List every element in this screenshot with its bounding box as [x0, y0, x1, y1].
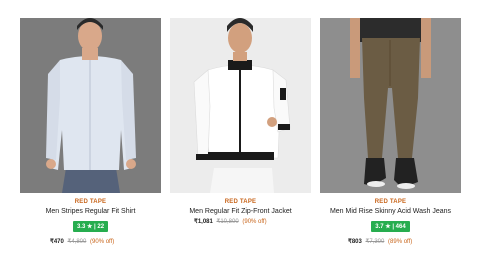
price-row: ₹803 ₹7,300 (89% off): [320, 238, 461, 245]
product-title[interactable]: Men Stripes Regular Fit Shirt: [20, 208, 161, 215]
current-price: ₹1,081: [194, 219, 213, 225]
current-price: ₹803: [348, 239, 362, 245]
product-brand: RED TAPE: [224, 199, 257, 205]
price-row: ₹470 ₹4,800 (90% off): [20, 238, 161, 245]
product-card[interactable]: RED TAPE Men Stripes Regular Fit Shirt 3…: [20, 18, 161, 245]
discount-label: (89% off): [388, 239, 413, 245]
product-brand: RED TAPE: [374, 199, 407, 205]
product-card[interactable]: RED TAPE Men Regular Fit Zip-Front Jacke…: [170, 18, 311, 225]
product-image[interactable]: [170, 18, 311, 193]
product-brand: RED TAPE: [74, 199, 107, 205]
current-price: ₹470: [50, 239, 64, 245]
original-price: ₹7,300: [365, 239, 385, 245]
discount-label: (90% off): [242, 219, 267, 225]
product-image[interactable]: [20, 18, 161, 193]
original-price: ₹10,800: [216, 219, 239, 225]
discount-label: (90% off): [90, 239, 115, 245]
product-title[interactable]: Men Regular Fit Zip-Front Jacket: [170, 208, 311, 215]
price-row: ₹1,081 ₹10,800 (90% off): [170, 218, 311, 225]
product-title[interactable]: Men Mid Rise Skinny Acid Wash Jeans: [320, 208, 461, 215]
product-card[interactable]: RED TAPE Men Mid Rise Skinny Acid Wash J…: [320, 18, 461, 245]
product-image[interactable]: [320, 18, 461, 193]
rating-badge: 3.3 ★ | 22: [72, 221, 109, 232]
original-price: ₹4,800: [67, 239, 87, 245]
rating-badge: 3.7 ★ | 464: [371, 221, 410, 232]
